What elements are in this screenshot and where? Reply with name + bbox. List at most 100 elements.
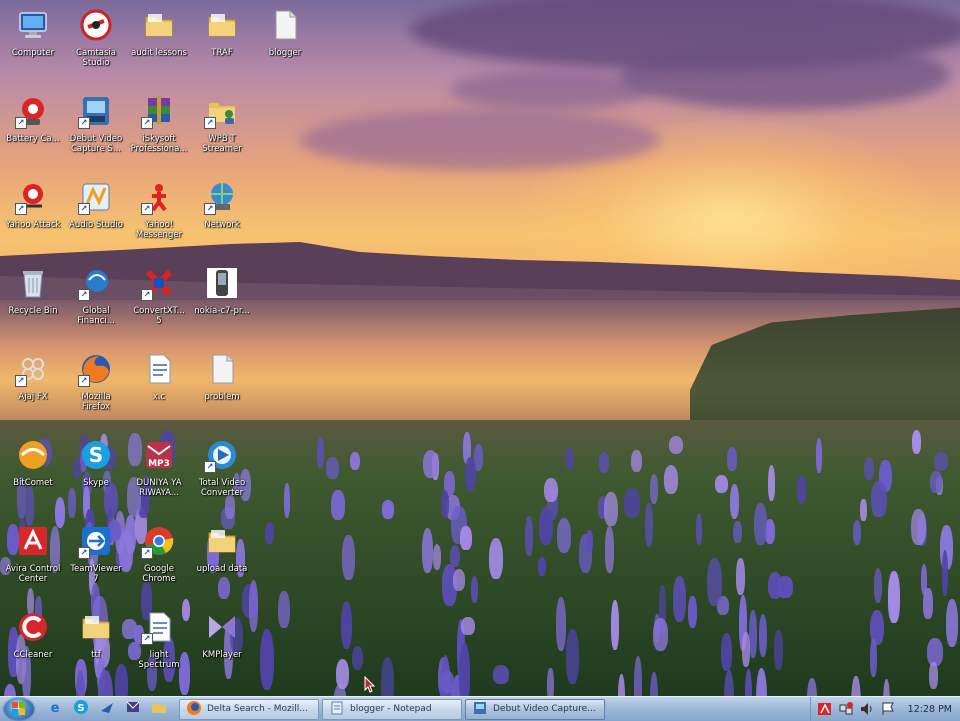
ie-quick-launch[interactable]: e	[42, 698, 68, 720]
bitcomet-icon	[14, 436, 52, 474]
flower-shape	[652, 617, 668, 651]
messenger-quick-launch[interactable]	[120, 698, 146, 720]
flower-shape	[888, 571, 900, 623]
desktop-icon[interactable]: ttf	[63, 604, 129, 684]
flower-shape	[537, 556, 546, 577]
desktop-icon[interactable]: ↗ iSkysoft Professiona...	[126, 88, 192, 168]
desktop-icon[interactable]: TRAF	[189, 2, 255, 82]
network-tray-icon[interactable]	[838, 701, 854, 717]
desktop-icon[interactable]: BitComet	[0, 432, 66, 512]
kmplayer-icon	[203, 608, 241, 646]
explorer-icon	[99, 699, 115, 719]
skype-icon: S	[73, 699, 89, 719]
flower-shape	[422, 449, 439, 479]
volume-icon[interactable]	[859, 701, 875, 717]
desktop-icon[interactable]: ↗ Ajaj FX	[0, 346, 66, 426]
flower-shape	[870, 638, 877, 678]
desktop-icon[interactable]: ↗ Yahoo Attack	[0, 174, 66, 254]
battery-care-icon: ↗	[14, 92, 52, 130]
flower-shape	[871, 481, 887, 518]
taskbar-button[interactable]: blogger - Notepad	[322, 698, 462, 720]
desktop-icon[interactable]: ↗ Battery Ca...	[0, 88, 66, 168]
desktop-icon[interactable]: ↗ Mozilla Firefox	[63, 346, 129, 426]
desktop-icon-label: Ajaj FX	[18, 392, 48, 402]
flower-shape	[432, 544, 442, 570]
desktop-icon[interactable]: ↗ Audio Studio	[63, 174, 129, 254]
desktop-icon[interactable]: audit lessons	[126, 2, 192, 82]
windows-logo-icon	[12, 702, 25, 715]
flower-shape	[758, 614, 768, 657]
shortcut-arrow-icon: ↗	[78, 375, 90, 387]
taskbar-button[interactable]: Delta Search - Mozill...	[179, 698, 319, 720]
desktop-icon[interactable]: KMPlayer	[189, 604, 255, 684]
desktop-icon[interactable]: CCleaner	[0, 604, 66, 684]
folder-quick-launch[interactable]	[146, 698, 172, 720]
desktop-icon-label: Audio Studio	[69, 220, 123, 230]
desktop-icon[interactable]: nokia-c7-pr...	[189, 260, 255, 340]
desktop-icon[interactable]: problem	[189, 346, 255, 426]
wallpaper-cloud	[300, 110, 660, 170]
flower-shape	[852, 519, 862, 545]
flower-shape	[767, 571, 783, 599]
desktop-icon[interactable]: Computer	[0, 2, 66, 82]
desktop-icon[interactable]: MP3 DUNIYA YA RIWAYA...	[126, 432, 192, 512]
shortcut-arrow-icon: ↗	[78, 203, 90, 215]
flower-shape	[460, 526, 473, 550]
mp3-icon: MP3	[140, 436, 178, 474]
shortcut-arrow-icon: ↗	[141, 117, 153, 129]
desktop-icon[interactable]: ↗ Total Video Converter	[189, 432, 255, 512]
skype-icon: S	[77, 436, 115, 474]
flower-shape	[736, 558, 745, 595]
flower-shape	[754, 502, 768, 545]
desktop-icon[interactable]: upload data	[189, 518, 255, 598]
system-tray: 12:28 PM	[810, 697, 960, 721]
desktop-icon[interactable]: ↗ Yahoo! Messenger	[126, 174, 192, 254]
flower-shape	[605, 526, 615, 573]
flower-shape	[538, 506, 554, 546]
desktop-icon[interactable]: ↗ Debut Video Capture S...	[63, 88, 129, 168]
desktop-icon-label: Battery Ca...	[6, 134, 60, 144]
svg-text:S: S	[77, 703, 84, 714]
desktop-icon[interactable]: S Skype	[63, 432, 129, 512]
audio-studio-icon: ↗	[77, 178, 115, 216]
desktop-icon[interactable]: ↗ Network	[189, 174, 255, 254]
desktop-icon[interactable]: Camtasia Studio	[63, 2, 129, 82]
desktop-icon[interactable]: ↗ ConvertXT... 5	[126, 260, 192, 340]
desktop-icon-label: Total Video Converter	[198, 478, 246, 498]
flower-shape	[663, 464, 679, 494]
desktop-icon[interactable]: ↗ WPB T Streamer	[189, 88, 255, 168]
flower-shape	[714, 474, 728, 494]
flower-shape	[873, 568, 882, 604]
shortcut-arrow-icon: ↗	[78, 289, 90, 301]
computer-icon	[14, 6, 52, 44]
avira-tray-icon[interactable]	[817, 701, 833, 717]
desktop-icon-label: Skype	[83, 478, 109, 488]
start-button[interactable]	[4, 698, 34, 720]
desktop-icon-label: Yahoo! Messenger	[135, 220, 183, 240]
desktop-icon[interactable]: x.c	[126, 346, 192, 426]
clock[interactable]: 12:28 PM	[908, 704, 952, 715]
flower-shape	[815, 438, 822, 473]
taskbar-button-label: Debut Video Capture...	[493, 704, 596, 714]
desktop-icon[interactable]: ↗ Global Financi...	[63, 260, 129, 340]
desktop-icon[interactable]: ↗ light Spectrum	[126, 604, 192, 684]
flower-shape	[525, 515, 533, 556]
skype-quick-launch[interactable]: S	[68, 698, 94, 720]
desktop-icon[interactable]: ↗ TeamViewer 7	[63, 518, 129, 598]
camtasia-icon	[77, 6, 115, 44]
desktop-icon[interactable]: Avira Control Center	[0, 518, 66, 598]
desktop-icon-label: Avira Control Center	[5, 564, 61, 584]
flower-shape	[604, 491, 619, 527]
flower-shape	[349, 451, 361, 471]
desktop-icon[interactable]: ↗ Google Chrome	[126, 518, 192, 598]
shortcut-arrow-icon: ↗	[141, 289, 153, 301]
flower-shape	[565, 447, 574, 470]
taskbar-button[interactable]: Debut Video Capture...	[465, 698, 605, 720]
flag-icon[interactable]	[880, 701, 896, 717]
convertx-icon: ↗	[140, 264, 178, 302]
desktop-icon[interactable]: blogger	[252, 2, 318, 82]
desktop-icon[interactable]: Recycle Bin	[0, 260, 66, 340]
ie-icon: e	[47, 699, 63, 719]
shortcut-arrow-icon: ↗	[204, 203, 216, 215]
explorer-quick-launch[interactable]	[94, 698, 120, 720]
